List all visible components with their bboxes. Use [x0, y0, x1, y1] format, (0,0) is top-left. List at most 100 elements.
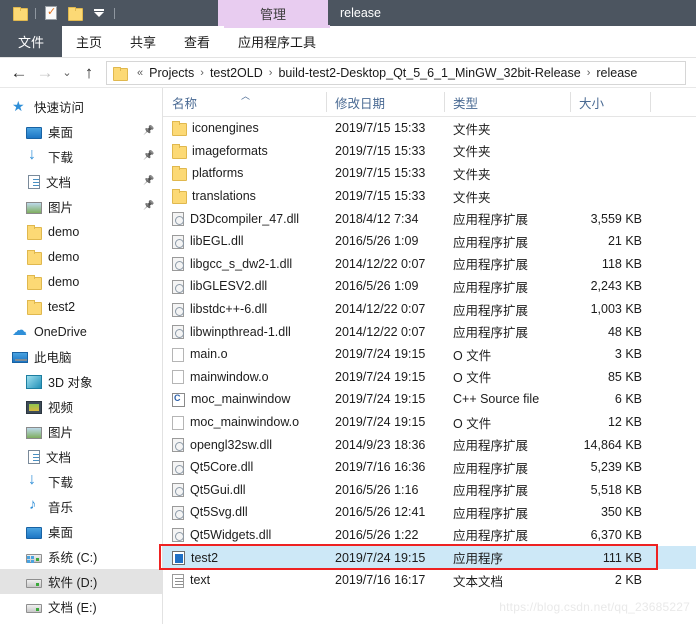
qat-new-folder-button[interactable] [63, 0, 87, 26]
sidebar-item-视频[interactable]: 视频 [0, 394, 162, 419]
qat-customize-button[interactable] [87, 0, 111, 26]
folder-icon [26, 274, 42, 290]
sidebar-item-图片[interactable]: 图片 📌 [0, 194, 162, 219]
sidebar-item-下载[interactable]: 下载 📌 [0, 144, 162, 169]
table-row[interactable]: libEGL.dll 2016/5/26 1:09 应用程序扩展 21 KB [163, 230, 696, 253]
navigation-pane[interactable]: 快速访问桌面 📌 下载 📌 文档 📌 图片 📌 demo demo demo test2 OneDriv… [0, 88, 163, 624]
watermark: https://blog.csdn.net/qq_23685227 [499, 600, 690, 614]
table-row[interactable]: main.o 2019/7/24 19:15 O 文件 3 KB [163, 343, 696, 366]
cell-name: Qt5Core.dll [163, 460, 326, 475]
sidebar-item-软件d[interactable]: 软件 (D:) [0, 569, 162, 594]
table-row[interactable]: Qt5Svg.dll 2016/5/26 12:41 应用程序扩展 350 KB [163, 501, 696, 524]
back-button[interactable]: ← [6, 60, 32, 86]
sidebar-item-图片[interactable]: 图片 [0, 419, 162, 444]
table-row[interactable]: mainwindow.o 2019/7/24 19:15 O 文件 85 KB [163, 366, 696, 389]
tab-share[interactable]: 共享 [116, 26, 170, 57]
cell-size: 5,239 KB [590, 460, 642, 475]
sidebar-item-label: 文档 [46, 451, 72, 465]
dll-icon [172, 257, 184, 272]
tab-home-label: 主页 [76, 35, 103, 50]
table-row[interactable]: moc_mainwindow 2019/7/24 19:15 C++ Source … [163, 388, 696, 411]
sidebar-item-onedrive[interactable]: OneDrive [0, 319, 162, 344]
breadcrumb-test2old[interactable]: test2OLD [210, 66, 263, 80]
cell-date: 2019/7/24 19:15 [335, 550, 426, 565]
qat-folder-button[interactable] [8, 0, 32, 26]
dll-icon [172, 279, 184, 294]
sidebar-item-文档[interactable]: 文档 [0, 444, 162, 469]
breadcrumb-release[interactable]: release [596, 66, 637, 80]
file-name: Qt5Widgets.dll [190, 527, 272, 542]
cell-date: 2016/5/26 12:41 [335, 505, 426, 520]
column-header-type[interactable]: 类型 [444, 88, 570, 116]
table-row[interactable]: opengl32sw.dll 2014/9/23 18:36 应用程序扩展 14,86… [163, 433, 696, 456]
table-row[interactable]: iconengines 2019/7/15 15:33 文件夹 [163, 117, 696, 140]
file-name: libwinpthread-1.dll [190, 324, 291, 339]
sidebar-item-桌面[interactable]: 桌面 📌 [0, 119, 162, 144]
sidebar-item-此电脑[interactable]: 此电脑 [0, 344, 162, 369]
context-tab-management[interactable]: 管理 [218, 0, 328, 26]
tab-home[interactable]: 主页 [62, 26, 116, 57]
sidebar-item-3d对象[interactable]: 3D 对象 [0, 369, 162, 394]
table-row[interactable]: D3Dcompiler_47.dll 2018/4/12 7:34 应用程序扩展 3,… [163, 207, 696, 230]
folder-icon [113, 66, 128, 81]
table-row[interactable]: libgcc_s_dw2-1.dll 2014/12/22 0:07 应用程序扩展 1… [163, 253, 696, 276]
table-row[interactable]: Qt5Widgets.dll 2016/5/26 1:22 应用程序扩展 6,370 … [163, 524, 696, 547]
recent-locations-button[interactable]: ⌄ [58, 60, 76, 86]
sidebar-item-音乐[interactable]: 音乐 [0, 494, 162, 519]
column-header-size[interactable]: 大小 [570, 88, 650, 116]
table-row[interactable]: text 2019/7/16 16:17 文本文档 2 KB [163, 569, 696, 592]
quick-access-toolbar [0, 0, 118, 26]
pin-icon[interactable]: 📌 [143, 125, 154, 137]
folder-icon [172, 143, 187, 159]
table-row[interactable]: Qt5Core.dll 2019/7/16 16:36 应用程序扩展 5,239 KB [163, 456, 696, 479]
sidebar-item-test2[interactable]: test2 [0, 294, 162, 319]
table-row[interactable]: moc_mainwindow.o 2019/7/24 19:15 O 文件 12 KB [163, 411, 696, 434]
folder-icon [13, 7, 28, 21]
tab-file[interactable]: 文件 [0, 26, 62, 57]
table-row[interactable]: translations 2019/7/15 15:33 文件夹 [163, 185, 696, 208]
column-header-date-label: 修改日期 [335, 96, 386, 111]
table-row[interactable]: libGLESV2.dll 2016/5/26 1:09 应用程序扩展 2,243 K… [163, 275, 696, 298]
cell-type: 文本文档 [453, 574, 504, 589]
new-folder-icon [68, 7, 83, 21]
sidebar-item-demo[interactable]: demo [0, 244, 162, 269]
sidebar-item-文档e[interactable]: 文档 (E:) [0, 594, 162, 619]
breadcrumb-build-dir[interactable]: build-test2-Desktop_Qt_5_6_1_MinGW_32bit… [278, 66, 580, 80]
cell-type: 应用程序扩展 [453, 529, 529, 544]
table-row[interactable]: platforms 2019/7/15 15:33 文件夹 [163, 162, 696, 185]
sidebar-item-demo[interactable]: demo [0, 219, 162, 244]
pin-icon[interactable]: 📌 [143, 150, 154, 162]
sidebar-item-label: 下载 [48, 476, 74, 490]
tab-view[interactable]: 查看 [170, 26, 224, 57]
column-header-date[interactable]: 修改日期 [326, 88, 444, 116]
table-row[interactable]: test2 2019/7/24 19:15 应用程序 111 KB [163, 546, 696, 569]
table-row[interactable]: Qt5Gui.dll 2016/5/26 1:16 应用程序扩展 5,518 KB [163, 479, 696, 502]
folder-icon [26, 299, 42, 315]
sidebar-item-demo[interactable]: demo [0, 269, 162, 294]
sidebar-item-文档[interactable]: 文档 📌 [0, 169, 162, 194]
forward-button[interactable]: → [32, 60, 58, 86]
table-row[interactable]: libstdc++-6.dll 2014/12/22 0:07 应用程序扩展 1,00… [163, 298, 696, 321]
cell-date: 2019/7/15 15:33 [335, 166, 426, 181]
breadcrumb-projects[interactable]: Projects [149, 66, 194, 80]
sidebar-item-下载[interactable]: 下载 [0, 469, 162, 494]
tab-application-tools[interactable]: 应用程序工具 [224, 25, 331, 57]
sidebar-item-label: 图片 [48, 426, 74, 440]
up-button[interactable]: ↑ [76, 60, 102, 86]
dll-icon [172, 325, 184, 340]
cpp-source-icon [172, 392, 185, 407]
cell-type: 应用程序扩展 [453, 461, 529, 476]
sidebar-item-桌面[interactable]: 桌面 [0, 519, 162, 544]
sidebar-item-label: demo [48, 224, 80, 239]
sidebar-item-快速访问[interactable]: 快速访问 [0, 94, 162, 119]
sidebar-item-系统c[interactable]: 系统 (C:) [0, 544, 162, 569]
address-path-box[interactable]: « Projects › test2OLD › build-test2-Desk… [106, 60, 686, 85]
column-header-name[interactable]: 名称 ︿ [163, 88, 326, 116]
table-row[interactable]: imageformats 2019/7/15 15:33 文件夹 [163, 140, 696, 163]
pin-icon[interactable]: 📌 [143, 200, 154, 212]
pin-icon[interactable]: 📌 [143, 175, 154, 187]
table-row[interactable]: libwinpthread-1.dll 2014/12/22 0:07 应用程序扩展… [163, 320, 696, 343]
videos-icon [26, 401, 42, 414]
folder-icon [26, 249, 42, 265]
qat-properties-button[interactable] [39, 0, 63, 26]
